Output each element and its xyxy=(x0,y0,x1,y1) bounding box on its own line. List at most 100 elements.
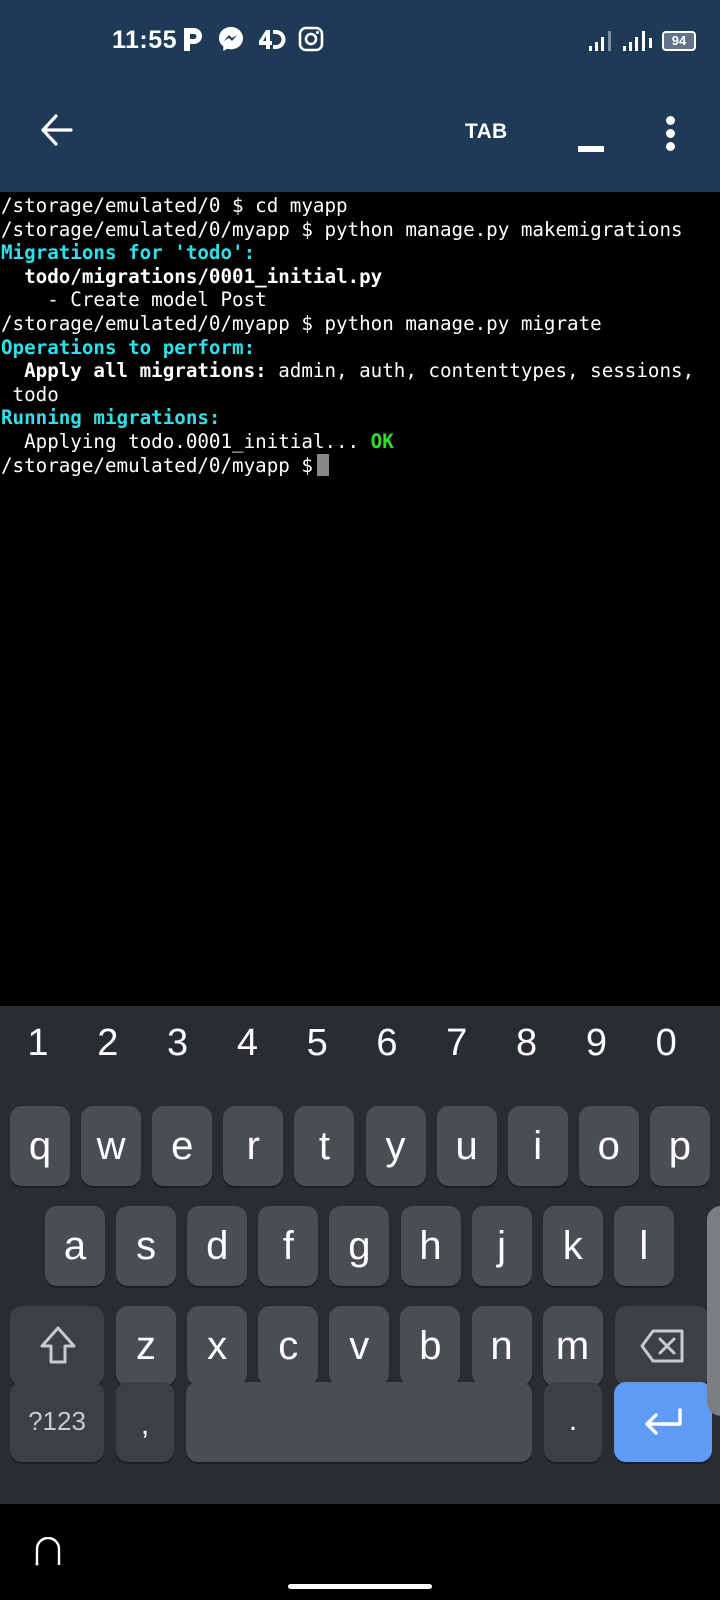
messenger-icon xyxy=(219,27,243,51)
key-n[interactable]: n xyxy=(471,1306,532,1386)
status-bar: 11:55 94 xyxy=(0,0,720,80)
symbols-key-label: ?123 xyxy=(28,1406,86,1436)
key-p[interactable]: p xyxy=(649,1106,710,1186)
terminal-text: /storage/emulated/0/myapp $ xyxy=(1,453,313,477)
key-l[interactable]: l xyxy=(613,1206,674,1286)
number-key[interactable]: 1 xyxy=(13,1022,63,1065)
number-key[interactable]: 5 xyxy=(292,1022,342,1065)
key-w[interactable]: w xyxy=(81,1106,142,1186)
number-key[interactable]: 2 xyxy=(83,1022,133,1065)
number-key[interactable]: 8 xyxy=(502,1022,552,1065)
key-e[interactable]: e xyxy=(152,1106,213,1186)
key-label: u xyxy=(455,1124,478,1168)
key-label: o xyxy=(597,1124,620,1168)
terminal-text: Migrations for 'todo': xyxy=(1,241,256,265)
terminal-text: Applying todo.0001_initial... xyxy=(1,429,360,453)
key-m[interactable]: m xyxy=(542,1306,603,1386)
arrow-left-icon[interactable] xyxy=(36,110,76,150)
period-key[interactable]: . xyxy=(544,1382,602,1462)
keyboard-hide-icon[interactable] xyxy=(34,1537,62,1567)
terminal-text: - Create model Post xyxy=(1,288,267,312)
key-r[interactable]: r xyxy=(223,1106,284,1186)
key-v[interactable]: v xyxy=(329,1306,390,1386)
shift-icon xyxy=(40,1326,76,1364)
key-o[interactable]: o xyxy=(578,1106,639,1186)
key-label: q xyxy=(28,1124,52,1168)
terminal-text: OK xyxy=(359,429,394,453)
key-label: b xyxy=(419,1324,442,1368)
key-q[interactable]: q xyxy=(10,1106,70,1186)
shift-key[interactable] xyxy=(10,1306,104,1386)
key-g[interactable]: g xyxy=(329,1206,390,1286)
key-b[interactable]: b xyxy=(400,1306,461,1386)
key-label: c xyxy=(278,1324,299,1368)
key-i[interactable]: i xyxy=(507,1106,568,1186)
key-k[interactable]: k xyxy=(542,1206,603,1286)
key-y[interactable]: y xyxy=(365,1106,426,1186)
terminal-line: - Create model Post xyxy=(0,288,720,312)
key-label: r xyxy=(246,1124,260,1168)
signal-sim1-icon xyxy=(589,31,611,51)
symbols-key[interactable]: ?123 xyxy=(10,1382,104,1462)
home-indicator[interactable] xyxy=(288,1584,432,1589)
terminal-text: Apply all migrations: xyxy=(1,359,267,383)
key-label: w xyxy=(96,1124,126,1168)
key-x[interactable]: x xyxy=(187,1306,248,1386)
terminal-text: Operations to perform: xyxy=(1,335,256,359)
underscore-button[interactable] xyxy=(578,146,604,152)
key-label: f xyxy=(282,1224,294,1268)
key-z[interactable]: z xyxy=(116,1306,176,1386)
terminal-text: /storage/emulated/0/myapp $ python manag… xyxy=(1,311,602,335)
more-vertical-icon[interactable] xyxy=(664,116,676,152)
enter-key[interactable] xyxy=(614,1382,712,1462)
key-a[interactable]: a xyxy=(45,1206,105,1286)
tab-button[interactable]: TAB xyxy=(465,120,508,144)
terminal-line: todo xyxy=(0,383,720,407)
instagram-icon xyxy=(298,26,324,52)
key-f[interactable]: f xyxy=(258,1206,319,1286)
number-key[interactable]: 3 xyxy=(153,1022,203,1065)
comma-key-label: , xyxy=(140,1408,150,1441)
key-s[interactable]: s xyxy=(116,1206,177,1286)
key-t[interactable]: t xyxy=(294,1106,355,1186)
terminal-line: Apply all migrations: admin, auth, conte… xyxy=(0,359,720,383)
key-label: z xyxy=(136,1324,156,1368)
backspace-key[interactable] xyxy=(615,1306,709,1386)
key-j[interactable]: j xyxy=(471,1206,532,1286)
space-key[interactable] xyxy=(186,1382,532,1462)
number-key[interactable]: 6 xyxy=(362,1022,412,1065)
number-key[interactable]: 7 xyxy=(432,1022,482,1065)
terminal-line: /storage/emulated/0/myapp $ python manag… xyxy=(0,312,720,336)
key-label: s xyxy=(136,1224,157,1268)
navigation-bar xyxy=(0,1504,720,1600)
terminal-line: Running migrations: xyxy=(0,406,720,430)
key-h[interactable]: h xyxy=(400,1206,461,1286)
key-label: a xyxy=(63,1224,87,1268)
keyboard-edge-handle[interactable] xyxy=(707,1206,720,1416)
number-key[interactable]: 0 xyxy=(641,1022,691,1065)
key-label: e xyxy=(171,1124,194,1168)
terminal-line: Migrations for 'todo': xyxy=(0,241,720,265)
terminal-line: /storage/emulated/0/myapp $ python manag… xyxy=(0,218,720,242)
key-label: j xyxy=(497,1224,507,1268)
number-key[interactable]: 9 xyxy=(571,1022,621,1065)
key-label: x xyxy=(207,1324,228,1368)
terminal-text: Running migrations: xyxy=(1,406,221,430)
key-label: g xyxy=(348,1224,371,1268)
app-toolbar: TAB xyxy=(0,80,720,192)
key-label: n xyxy=(490,1324,513,1368)
terminal-line: Operations to perform: xyxy=(0,336,720,360)
comma-key[interactable]: , xyxy=(116,1382,174,1462)
battery-indicator: 94 xyxy=(662,31,696,51)
number-key[interactable]: 4 xyxy=(222,1022,272,1065)
key-u[interactable]: u xyxy=(436,1106,497,1186)
key-d[interactable]: d xyxy=(187,1206,248,1286)
key-label: d xyxy=(206,1224,229,1268)
terminal-line: /storage/emulated/0 $ cd myapp xyxy=(0,194,720,218)
terminal-line: todo/migrations/0001_initial.py xyxy=(0,265,720,289)
key-label: h xyxy=(419,1224,442,1268)
terminal-output[interactable]: /storage/emulated/0 $ cd myapp/storage/e… xyxy=(0,192,720,1006)
key-c[interactable]: c xyxy=(258,1306,319,1386)
terminal-line: /storage/emulated/0/myapp $ xyxy=(0,453,720,478)
4d-app-icon xyxy=(259,30,286,49)
